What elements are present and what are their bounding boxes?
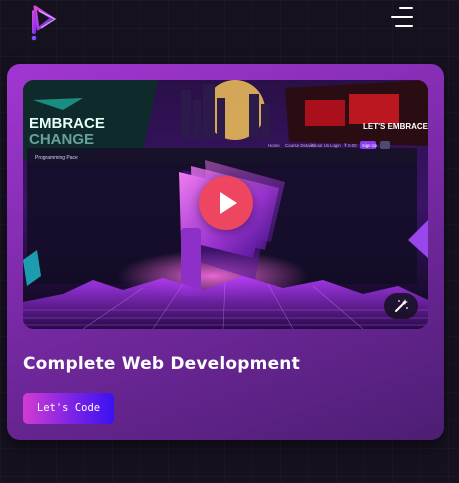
left-banner-text: EMBRACE — [29, 115, 105, 132]
brand-logo-icon[interactable] — [26, 4, 58, 42]
right-banner-text: LET'S EMBRACE — [363, 122, 428, 131]
magic-wand-icon — [395, 299, 408, 312]
magic-wand-button[interactable] — [384, 293, 418, 319]
mock-nav-item: Home — [268, 143, 280, 148]
play-icon — [220, 192, 237, 214]
mock-nav-item: Login — [330, 143, 341, 148]
video-thumbnail[interactable]: EMBRACE CHANGE LET'S EMBRACE Programming… — [23, 80, 428, 329]
left-banner-text: CHANGE — [29, 131, 94, 148]
mock-nav-item: About Us — [311, 143, 330, 148]
lets-code-button[interactable]: Let's Code — [23, 393, 114, 424]
menu-line-icon — [399, 7, 413, 9]
mock-site-brand: Programming Pace — [35, 155, 78, 161]
mock-nav-item: ₹ 0.00 — [344, 143, 357, 148]
play-button[interactable] — [199, 176, 253, 230]
menu-button[interactable] — [389, 6, 413, 28]
course-card: EMBRACE CHANGE LET'S EMBRACE Programming… — [7, 64, 444, 440]
top-navigation-bar — [0, 0, 459, 56]
course-title: Complete Web Development — [23, 354, 300, 374]
menu-line-icon — [391, 16, 413, 18]
menu-line-icon — [395, 25, 413, 27]
mock-nav-item: Sign Up — [362, 143, 378, 148]
